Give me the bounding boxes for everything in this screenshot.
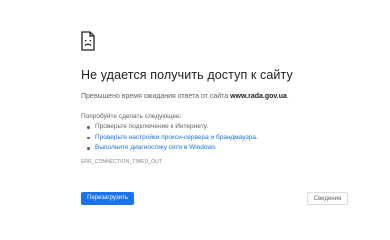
reload-button[interactable]: Перезагрузить: [81, 192, 134, 205]
error-page: Не удается получить доступ к сайту Превы…: [0, 0, 390, 240]
details-button[interactable]: Сведения: [307, 192, 348, 205]
suggestion-check-proxy-link[interactable]: Проверьте настройки прокси-сервера и бра…: [81, 133, 258, 144]
suggestions-list: Проверьте подключение к Интернету. Прове…: [81, 122, 258, 154]
timeout-message: Превышено время ожидания ответа от сайта…: [81, 93, 289, 100]
timeout-end: .: [286, 93, 289, 100]
timeout-text: Превышено время ожидания ответа от сайта: [81, 93, 229, 100]
error-code: ERR_CONNECTION_TIMED_OUT: [81, 159, 163, 165]
host-name: www.rada.gov.ua: [230, 93, 287, 100]
suggestion-network-diagnostics-link[interactable]: Выполните диагностику сети в Windows: [81, 143, 258, 154]
error-headline: Не удается получить доступ к сайту: [81, 68, 293, 82]
suggestion-check-connection: Проверьте подключение к Интернету.: [81, 122, 258, 133]
sad-document-icon: [81, 31, 95, 51]
suggestions-label: Попробуйте сделать следующее:: [81, 113, 182, 120]
